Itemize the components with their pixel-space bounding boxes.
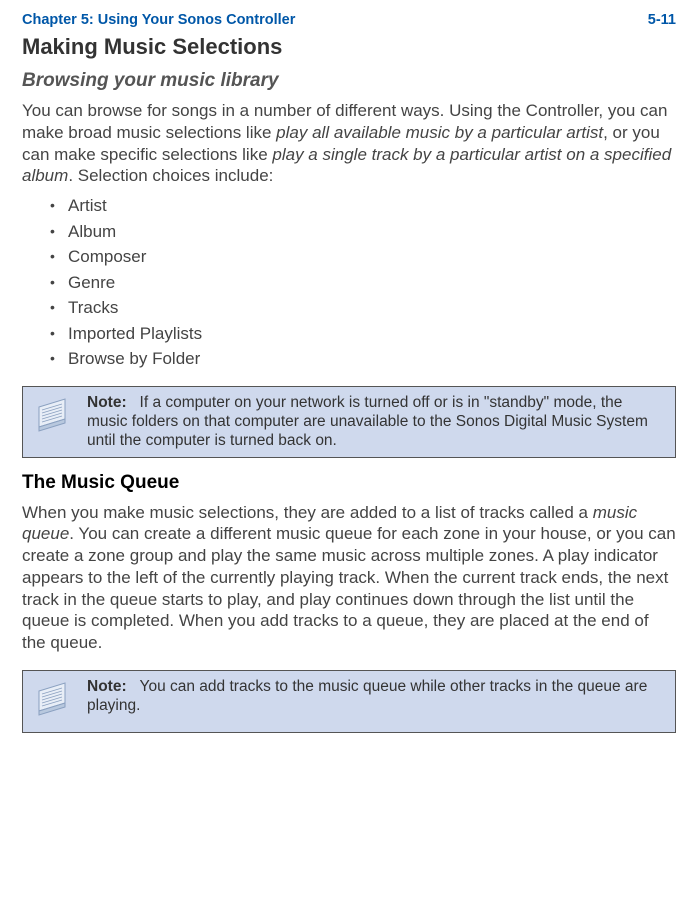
para-text: When you make music selections, they are…: [22, 503, 593, 522]
note-label: Note:: [87, 394, 127, 411]
note-box-standby: Note: If a computer on your network is t…: [22, 386, 676, 458]
list-item: Imported Playlists: [22, 321, 676, 347]
note-body: You can add tracks to the music queue wh…: [87, 678, 647, 714]
list-item: Composer: [22, 244, 676, 270]
queue-paragraph: When you make music selections, they are…: [22, 502, 676, 654]
note-box-queue: Note: You can add tracks to the music qu…: [22, 670, 676, 733]
list-item: Tracks: [22, 295, 676, 321]
intro-paragraph: You can browse for songs in a number of …: [22, 100, 676, 187]
note-icon: [29, 395, 77, 442]
subheading-browsing: Browsing your music library: [22, 70, 676, 92]
page-number: 5-11: [648, 12, 676, 28]
para-text: . Selection choices include:: [68, 166, 273, 185]
note-label: Note:: [87, 678, 127, 695]
list-item: Genre: [22, 270, 676, 296]
selection-list: Artist Album Composer Genre Tracks Impor…: [22, 193, 676, 372]
section-heading-making-music: Making Music Selections: [22, 34, 676, 60]
list-item: Browse by Folder: [22, 346, 676, 372]
list-item: Artist: [22, 193, 676, 219]
para-text: . You can create a different music queue…: [22, 524, 676, 652]
note-content: Note: If a computer on your network is t…: [87, 393, 665, 451]
list-item: Album: [22, 219, 676, 245]
para-italic: play all available music by a particular…: [276, 123, 603, 142]
note-icon: [29, 679, 77, 726]
note-body: If a computer on your network is turned …: [87, 394, 648, 450]
section-heading-music-queue: The Music Queue: [22, 472, 676, 494]
page-header: Chapter 5: Using Your Sonos Controller 5…: [22, 12, 676, 28]
note-content: Note: You can add tracks to the music qu…: [87, 677, 665, 716]
chapter-title: Chapter 5: Using Your Sonos Controller: [22, 12, 295, 28]
